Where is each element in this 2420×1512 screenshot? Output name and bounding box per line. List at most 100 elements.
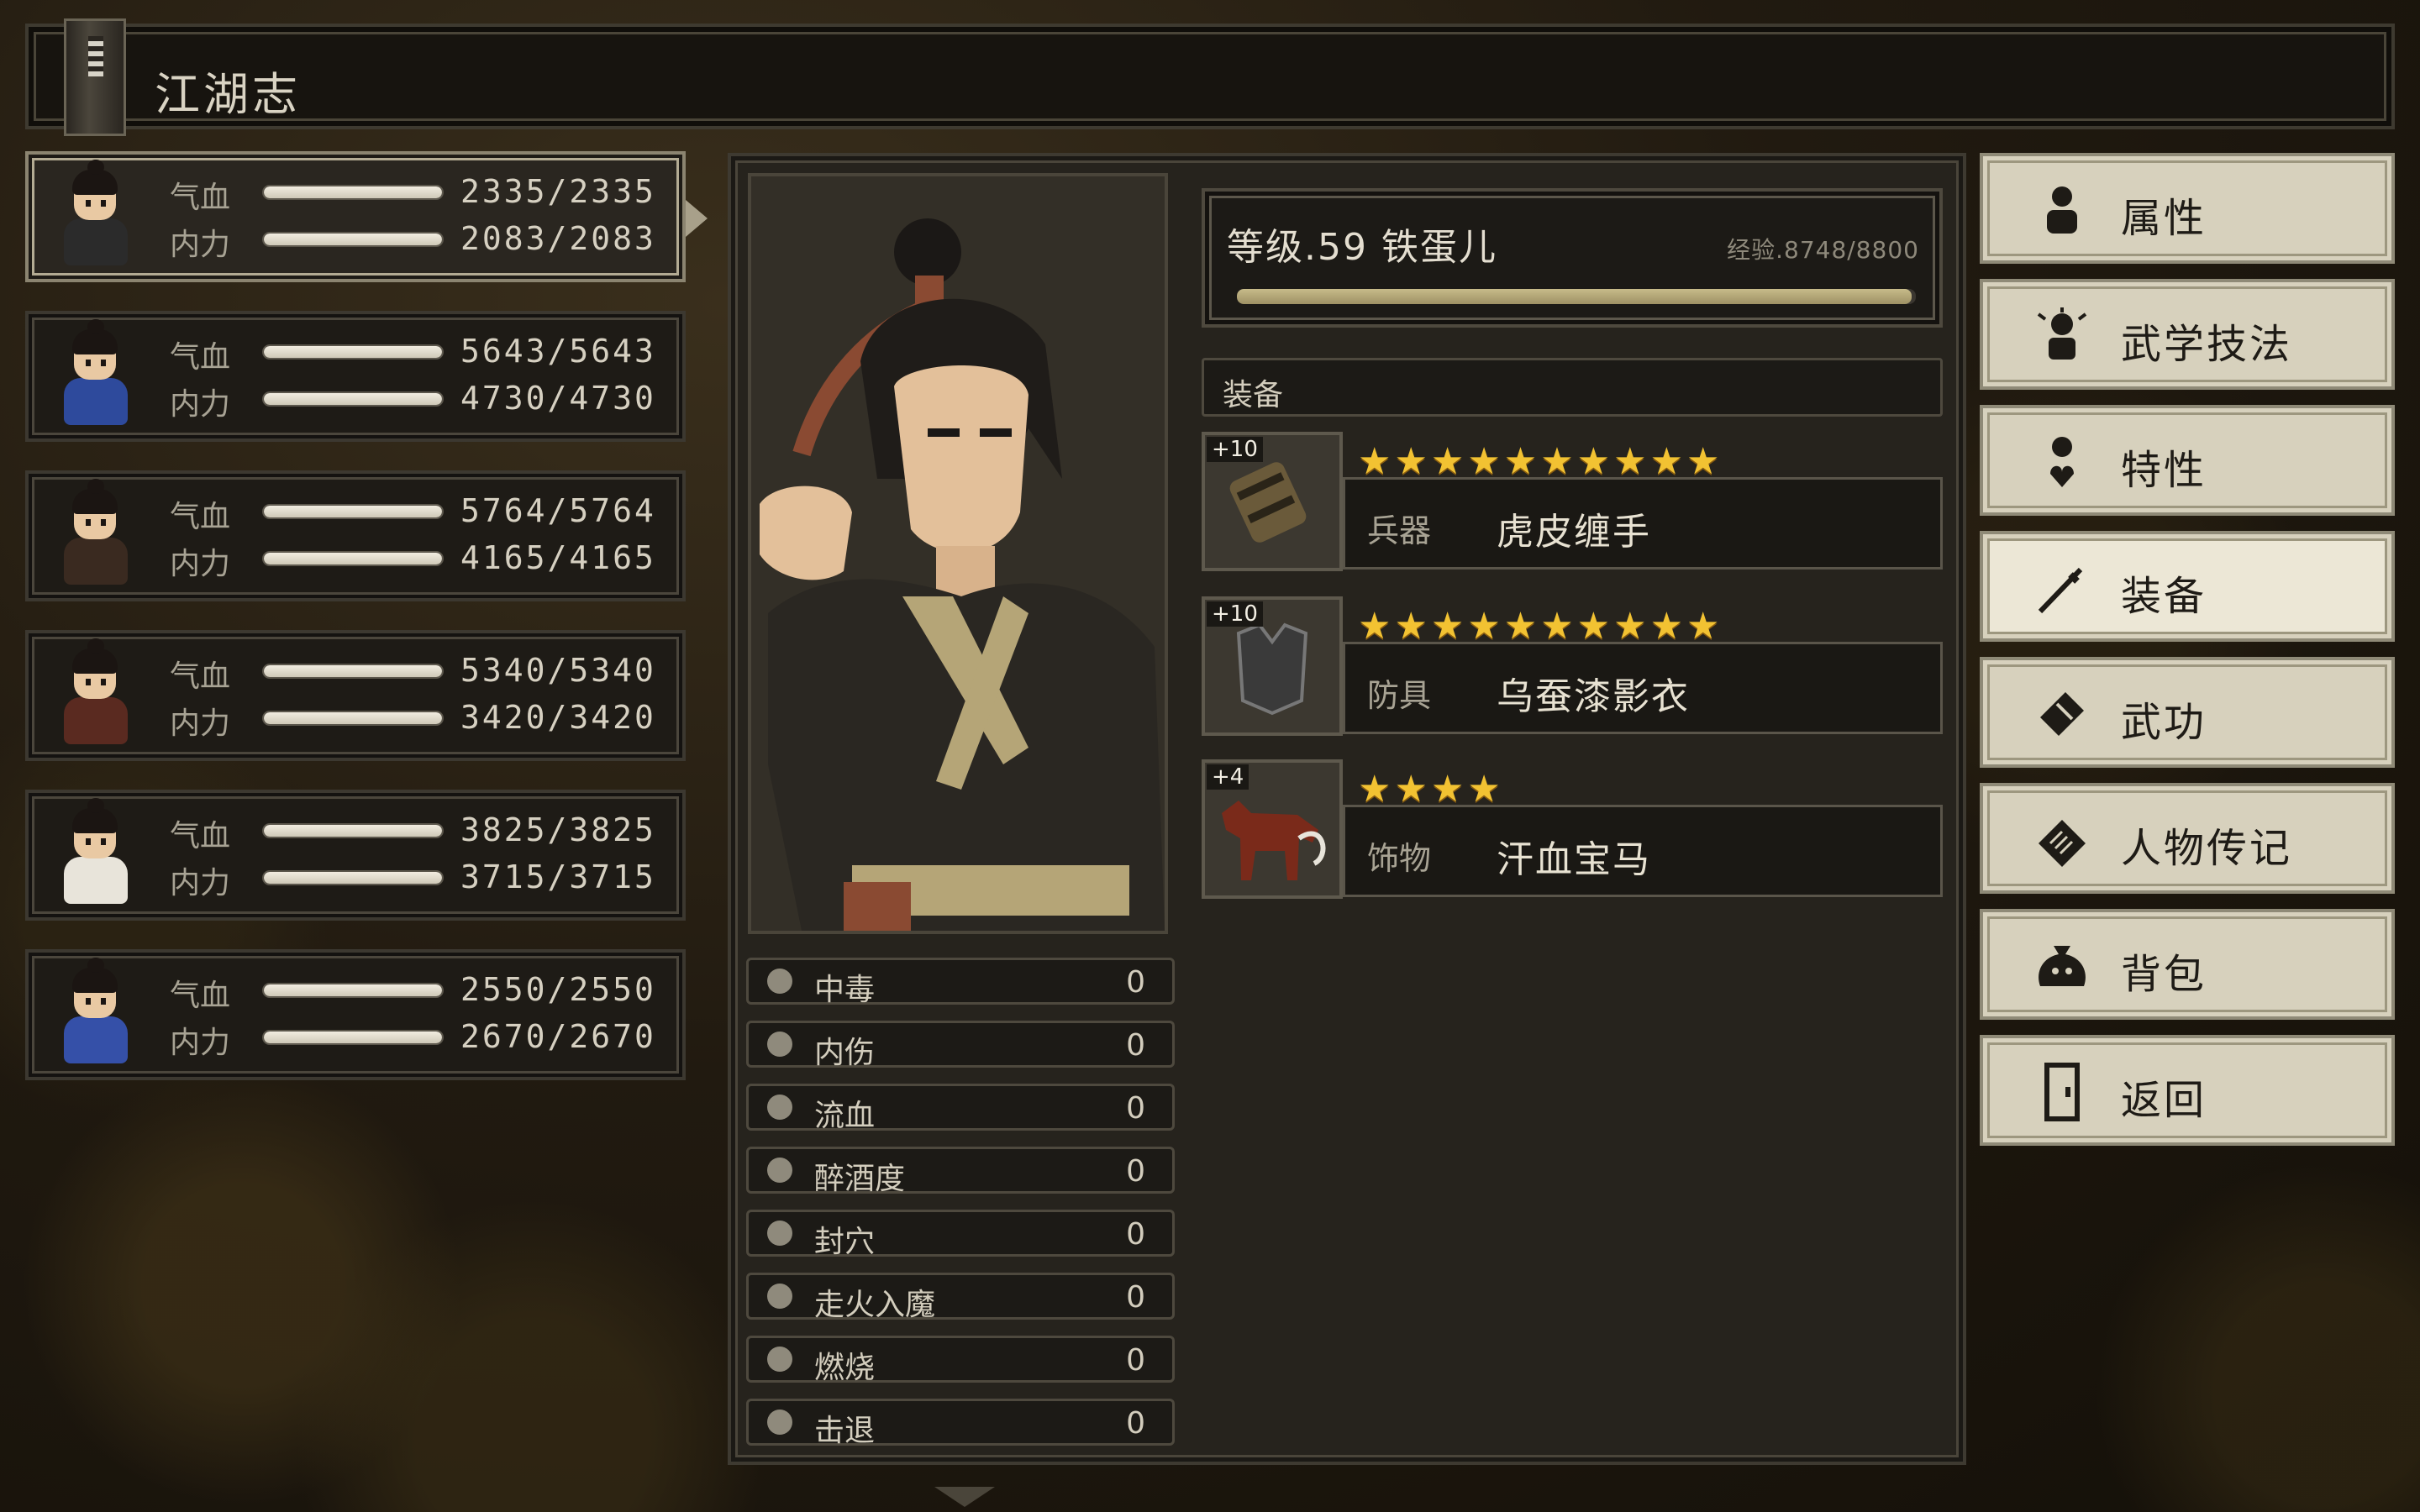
status-label: 流血 [814,1099,876,1133]
enhance-level: +10 [1207,437,1263,462]
blood-icon [767,1095,792,1120]
status-value: 0 [1126,1091,1145,1126]
status-label: 醉酒度 [814,1162,906,1196]
drunk-icon [767,1158,792,1183]
enhance-level: +10 [1207,601,1263,627]
character-detail-panel: 中毒 0 内伤 0 流血 0 醉酒度 0 封穴 0 走火入魔 0 燃烧 0 击退 0 等级.59… [728,153,1966,1465]
equipment-name: 乌蚕漆影衣 [1497,675,1690,718]
menu-label: 武学技法 [2121,321,2293,368]
status-value: 0 [1126,1343,1145,1378]
horse-icon[interactable]: +4 [1202,759,1343,899]
character-icon [2047,186,2077,234]
status-row: 击退 0 [746,1399,1175,1448]
menu-button-back[interactable]: 返回 [1980,1035,2395,1146]
status-row: 燃烧 0 [746,1336,1175,1385]
hp-label: 气血 [170,659,231,694]
mp-label: 内力 [170,866,231,900]
character-card[interactable]: 气血 2335/2335 内力 2083/2083 [25,151,708,282]
hp-label: 气血 [170,819,231,853]
status-value: 0 [1126,1406,1145,1441]
menu-label: 属性 [2121,195,2207,242]
menu-button-equipment[interactable]: 装备 [1980,531,2395,642]
menu-button-attributes[interactable]: 属性 [1980,153,2395,264]
status-row: 中毒 0 [746,958,1175,1007]
acupoint-icon [767,1221,792,1246]
mp-value: 3420/3420 [460,699,656,736]
equipment-name: 汗血宝马 [1497,838,1651,881]
manual-icon [2040,692,2084,736]
bracer-icon[interactable]: +10 [1202,432,1343,571]
boot-icon [767,1410,792,1435]
mp-value: 4165/4165 [460,539,656,576]
equipment-type: 防具 [1367,677,1432,714]
bag-icon [2039,946,2086,986]
mp-value: 3715/3715 [460,858,656,895]
status-label: 封穴 [814,1225,876,1259]
portrait-art [751,176,1165,931]
equipment-info: 防具 乌蚕漆影衣 [1343,642,1943,734]
menu-label: 背包 [2121,951,2207,998]
mp-label: 内力 [170,1026,231,1060]
equipment-slot-armor[interactable]: +10 ★★★★★★★★★★ 防具 乌蚕漆影衣 [1202,596,1943,741]
status-row: 流血 0 [746,1084,1175,1133]
menu-button-traits[interactable]: 特性 [1980,405,2395,516]
status-row: 内伤 0 [746,1021,1175,1070]
menu-label: 武功 [2121,699,2207,746]
mp-bar [262,391,444,407]
character-card[interactable]: 气血 5340/5340 内力 3420/3420 [25,630,686,761]
hp-bar [262,664,444,679]
character-avatar [49,160,141,270]
menu-button-martial-skills[interactable]: 武学技法 [1980,279,2395,390]
side-menu: 属性 武学技法 特性 装备 武功 人物传记 背包 返回 [1980,153,2395,1161]
menu-label: 装备 [2121,573,2207,620]
mp-value: 2670/2670 [460,1018,656,1055]
equipment-header-label: 装备 [1223,378,1284,412]
character-list: 气血 2335/2335 内力 2083/2083 气血 5643/5643 内… [25,151,708,1109]
status-value: 0 [1126,1154,1145,1189]
broken-heart-icon [767,1032,792,1057]
hp-value: 5340/5340 [460,652,656,689]
hp-label: 气血 [170,500,231,534]
madness-icon [767,1284,792,1309]
hp-label: 气血 [170,181,231,215]
menu-label: 人物传记 [2121,825,2293,872]
status-label: 击退 [814,1414,876,1448]
hp-value: 5764/5764 [460,492,656,529]
menu-button-martial-arts[interactable]: 武功 [1980,657,2395,768]
status-label: 走火入魔 [814,1288,936,1322]
equipment-header: 装备 [1202,358,1943,417]
status-label: 中毒 [814,973,876,1007]
scroll-down-indicator [934,1487,995,1507]
mp-label: 内力 [170,228,231,262]
status-label: 内伤 [814,1036,876,1070]
book-icon [64,18,126,136]
hp-bar [262,504,444,519]
menu-button-biography[interactable]: 人物传记 [1980,783,2395,894]
equipment-slot-weapon[interactable]: +10 ★★★★★★★★★★ 兵器 虎皮缠手 [1202,432,1943,576]
mp-bar [262,232,444,247]
hp-bar [262,344,444,360]
level-box: 等级.59 铁蛋儿 经验.8748/8800 [1202,188,1943,328]
page-title: 江湖志 [155,68,301,121]
equipment-type: 饰物 [1367,840,1432,877]
character-card[interactable]: 气血 5764/5764 内力 4165/4165 [25,470,686,601]
menu-button-bag[interactable]: 背包 [1980,909,2395,1020]
status-value: 0 [1126,1217,1145,1252]
character-card[interactable]: 气血 5643/5643 内力 4730/4730 [25,311,686,442]
equipment-info: 饰物 汗血宝马 [1343,805,1943,897]
equipment-name: 虎皮缠手 [1497,511,1651,554]
equipment-slot-accessory[interactable]: +4 ★★★★ 饰物 汗血宝马 [1202,759,1943,904]
biography-icon [2039,820,2086,867]
menu-label: 特性 [2121,447,2207,494]
status-row: 走火入魔 0 [746,1273,1175,1322]
character-avatar [49,958,141,1068]
martial-arts-icon [2037,307,2087,360]
mp-bar [262,551,444,566]
character-card[interactable]: 气血 2550/2550 内力 2670/2670 [25,949,686,1080]
mp-label: 内力 [170,706,231,741]
mp-label: 内力 [170,387,231,422]
character-card[interactable]: 气血 3825/3825 内力 3715/3715 [25,790,686,921]
armor-icon[interactable]: +10 [1202,596,1343,736]
mp-bar [262,1030,444,1045]
mp-value: 2083/2083 [460,220,656,257]
